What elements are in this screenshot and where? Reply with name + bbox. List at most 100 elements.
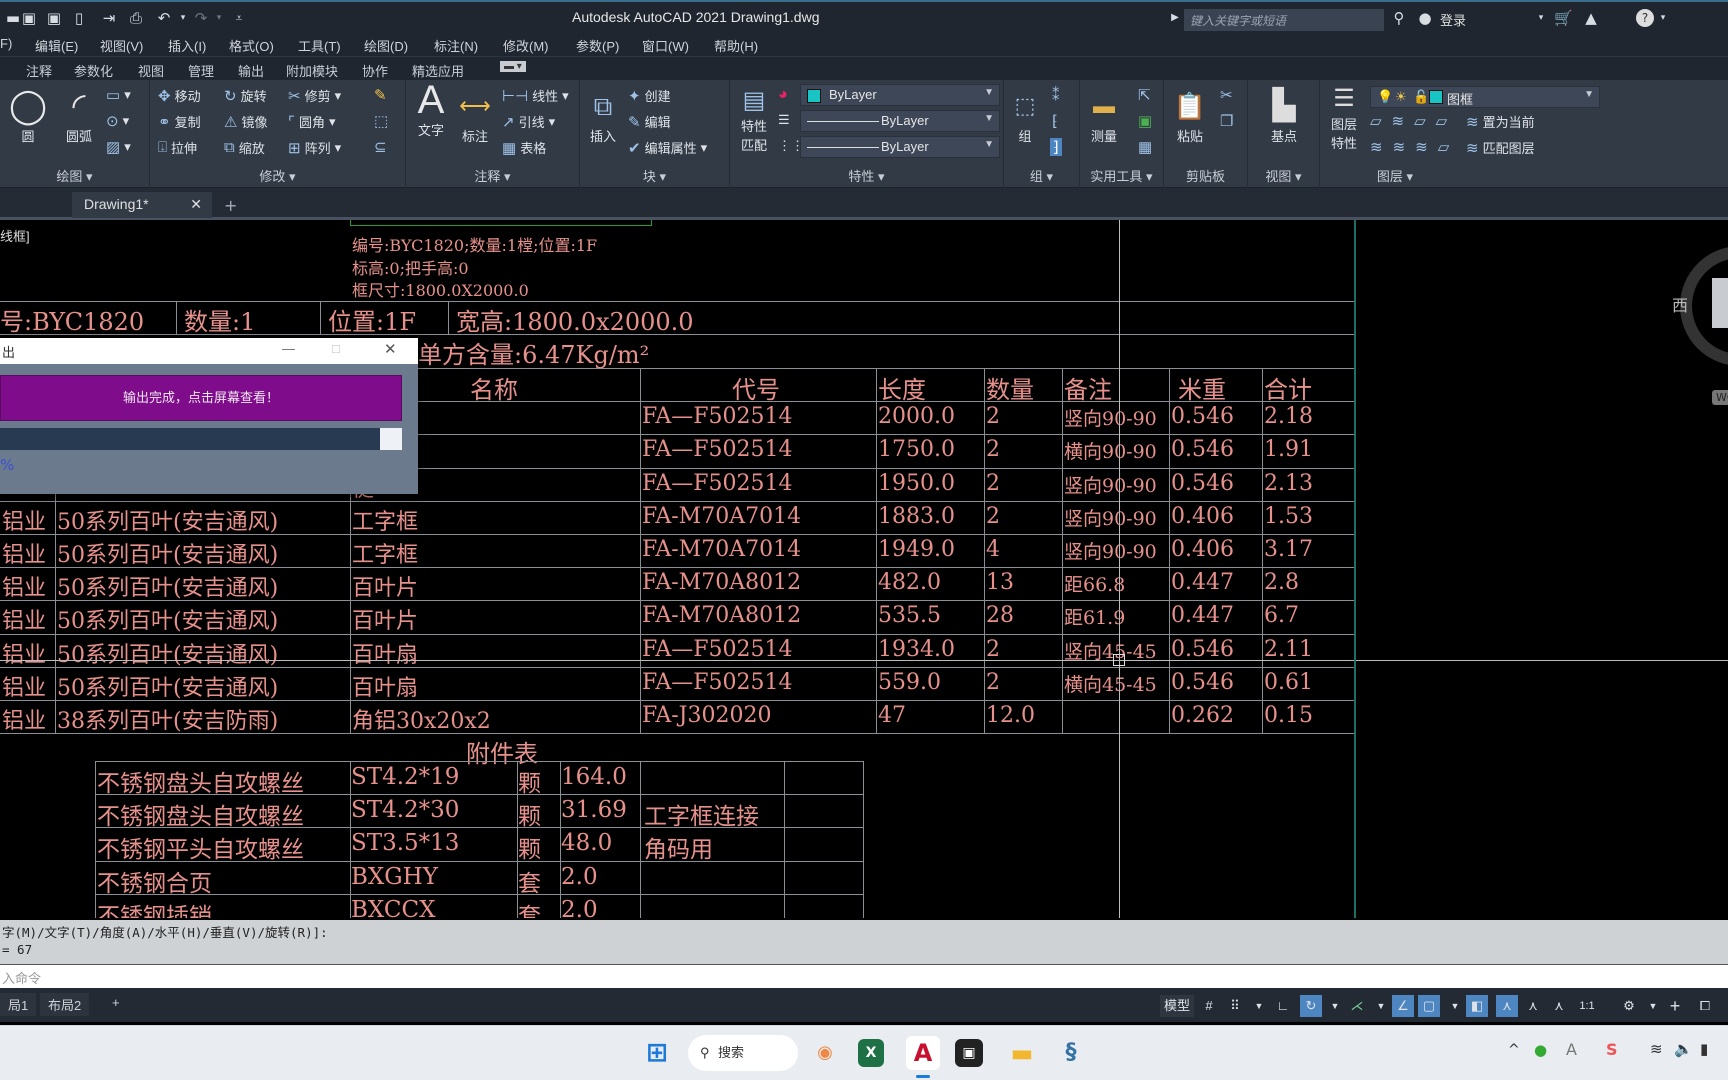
- close-icon[interactable]: ✕: [190, 196, 202, 213]
- isodraft-dropdown-icon[interactable]: ▼: [1370, 995, 1392, 1017]
- layer-tools-row2[interactable]: ≋ ≋ ≋ ▱: [1370, 138, 1455, 156]
- input-method-icon[interactable]: A: [1566, 1040, 1577, 1059]
- autocad-icon[interactable]: A: [906, 1036, 940, 1070]
- redo-dropdown-icon[interactable]: ▾: [210, 9, 228, 27]
- tab-view[interactable]: 视图: [138, 61, 164, 80]
- move-button[interactable]: ✥ 移动: [158, 86, 201, 105]
- offset-button[interactable]: ⊆: [374, 138, 387, 156]
- table-button[interactable]: ▦ 表格: [502, 138, 546, 157]
- tab-collaborate[interactable]: 协作: [362, 61, 388, 80]
- wcs-menu[interactable]: WCS: [1712, 390, 1728, 405]
- insert-button[interactable]: ⧉ 插入: [584, 86, 622, 145]
- cut-button[interactable]: ✂: [1220, 86, 1233, 104]
- customize-icon[interactable]: ⩡: [230, 9, 248, 27]
- match-properties-button[interactable]: ▤ 特性 匹配: [734, 86, 774, 154]
- show-hidden-icons[interactable]: ^: [1508, 1042, 1520, 1058]
- panel-title-layers[interactable]: 图层 ▾: [1320, 166, 1470, 185]
- lineweight-icon[interactable]: ☰: [778, 112, 790, 128]
- browser-icon[interactable]: ◉: [808, 1036, 842, 1070]
- tab-addins[interactable]: 附加模块: [286, 61, 338, 80]
- wifi-icon[interactable]: ≋: [1650, 1040, 1663, 1058]
- menu-file[interactable]: F): [0, 36, 12, 51]
- menu-view[interactable]: 视图(V): [100, 36, 143, 55]
- auto-scale-icon[interactable]: ⋏: [1522, 995, 1544, 1017]
- group-edit-button[interactable]: ⁅: [1052, 112, 1058, 130]
- match-layer-button[interactable]: ≋ 匹配图层: [1466, 138, 1535, 157]
- search-icon[interactable]: ⚲: [1390, 9, 1408, 27]
- fillet-button[interactable]: ⌜ 圆角 ▾: [288, 112, 336, 131]
- basepoint-button[interactable]: ▙ 基点: [1262, 86, 1306, 145]
- login-dropdown-icon[interactable]: ▾: [1532, 9, 1550, 27]
- menu-modify[interactable]: 修改(M): [503, 36, 549, 55]
- sogou-icon[interactable]: S: [1606, 1040, 1618, 1059]
- layer-dropdown[interactable]: 💡 ☀ 🔓 图框 ▼: [1370, 86, 1600, 108]
- tray-app-icon[interactable]: ●: [1534, 1041, 1547, 1059]
- viewcube-west-label[interactable]: 西: [1672, 292, 1688, 316]
- text-button[interactable]: A 文字: [412, 80, 450, 139]
- add-layout-button[interactable]: +: [104, 993, 128, 1012]
- erase-button[interactable]: ✎: [374, 86, 387, 104]
- panel-title-utilities[interactable]: 实用工具 ▾: [1080, 166, 1163, 185]
- redo-icon[interactable]: ↷: [192, 9, 210, 27]
- plot-icon[interactable]: ⎙: [127, 9, 145, 27]
- trim-button[interactable]: ✂ 修剪 ▾: [288, 86, 341, 105]
- login-link[interactable]: 登录: [1440, 10, 1466, 29]
- snap-dropdown-icon[interactable]: ▼: [1248, 995, 1270, 1017]
- leader-button[interactable]: ↗ 引线 ▾: [502, 112, 555, 131]
- mirror-button[interactable]: ⚠ 镜像: [224, 112, 267, 131]
- gear-icon[interactable]: ⚙: [1618, 995, 1640, 1017]
- panel-title-block[interactable]: 块 ▾: [580, 166, 729, 185]
- cart-icon[interactable]: 🛒: [1554, 9, 1573, 27]
- isolate-objects-icon[interactable]: ⧠: [1694, 995, 1716, 1017]
- color-dropdown[interactable]: ByLayer ▼: [800, 84, 1000, 106]
- close-button[interactable]: ✕: [384, 340, 397, 358]
- save-icon[interactable]: ▣: [20, 9, 38, 27]
- ribbon-display-toggle[interactable]: ▬ ▾: [500, 61, 526, 72]
- osnap-dropdown-icon[interactable]: ▼: [1444, 995, 1466, 1017]
- annotation-visibility-icon[interactable]: ⋏: [1496, 995, 1518, 1017]
- calculator-button[interactable]: ▦: [1138, 138, 1152, 156]
- group-button[interactable]: ⬚ 组: [1010, 86, 1040, 145]
- layer-properties-button[interactable]: ☰ 图层 特性: [1326, 84, 1362, 152]
- volume-icon[interactable]: 🔈: [1674, 1040, 1693, 1058]
- excel-icon[interactable]: X: [858, 1039, 884, 1067]
- polar-tracking-icon[interactable]: ↻: [1300, 995, 1322, 1017]
- hatch-button[interactable]: ▨ ▾: [106, 138, 131, 156]
- tab-layout2[interactable]: 布局2: [40, 993, 90, 1016]
- python-icon[interactable]: §: [1054, 1036, 1088, 1070]
- select-all-button[interactable]: ▣: [1138, 112, 1152, 130]
- set-current-button[interactable]: ≋ 置为当前: [1466, 112, 1535, 131]
- help-icon[interactable]: ?: [1636, 9, 1654, 27]
- publish-icon[interactable]: ▯: [70, 9, 88, 27]
- plus-icon[interactable]: +: [1664, 995, 1686, 1017]
- tv-app-icon[interactable]: ▣: [955, 1039, 983, 1067]
- dimension-button[interactable]: ⟷ 标注: [456, 86, 494, 145]
- ungroup-button[interactable]: ⁑: [1052, 86, 1060, 104]
- search-expand-icon[interactable]: ▶: [1166, 9, 1184, 27]
- panel-title-annotation[interactable]: 注释 ▾: [406, 166, 579, 185]
- menu-parametric[interactable]: 参数(P): [576, 36, 619, 55]
- annotation-scale-icon[interactable]: ⋏: [1548, 995, 1570, 1017]
- linetype-dropdown[interactable]: ByLayer ▼: [800, 110, 1000, 132]
- taskbar-search[interactable]: ⚲ 搜索: [688, 1035, 798, 1071]
- menu-window[interactable]: 窗口(W): [642, 36, 689, 55]
- object-snap-icon[interactable]: ▢: [1418, 995, 1440, 1017]
- panel-title-group[interactable]: 组 ▾: [1004, 166, 1079, 185]
- grid-icon[interactable]: #: [1198, 995, 1220, 1017]
- snap-icon[interactable]: ⠿: [1224, 995, 1246, 1017]
- help-dropdown-icon[interactable]: ▾: [1654, 9, 1672, 27]
- hatch-circle-button[interactable]: ⊙ ▾: [106, 112, 129, 130]
- tab-layout1[interactable]: 局1: [0, 993, 37, 1016]
- menu-help[interactable]: 帮助(H): [714, 36, 758, 55]
- new-tab-button[interactable]: +: [224, 196, 237, 215]
- menu-draw[interactable]: 绘图(D): [364, 36, 408, 55]
- create-block-button[interactable]: ✦ 创建: [628, 86, 671, 105]
- tab-annotate[interactable]: 注释: [26, 61, 52, 80]
- command-input[interactable]: 入命令: [0, 964, 1728, 988]
- scale-button[interactable]: ⧉ 缩放: [224, 138, 265, 157]
- tab-parametric[interactable]: 参数化: [74, 61, 113, 80]
- object-snap-tracking-icon[interactable]: ∠: [1392, 995, 1414, 1017]
- group-select-button[interactable]: ⁆: [1050, 138, 1062, 156]
- menu-tools[interactable]: 工具(T): [298, 36, 341, 55]
- layer-tools-row1[interactable]: ▱ ≋ ▱ ▱: [1370, 112, 1453, 130]
